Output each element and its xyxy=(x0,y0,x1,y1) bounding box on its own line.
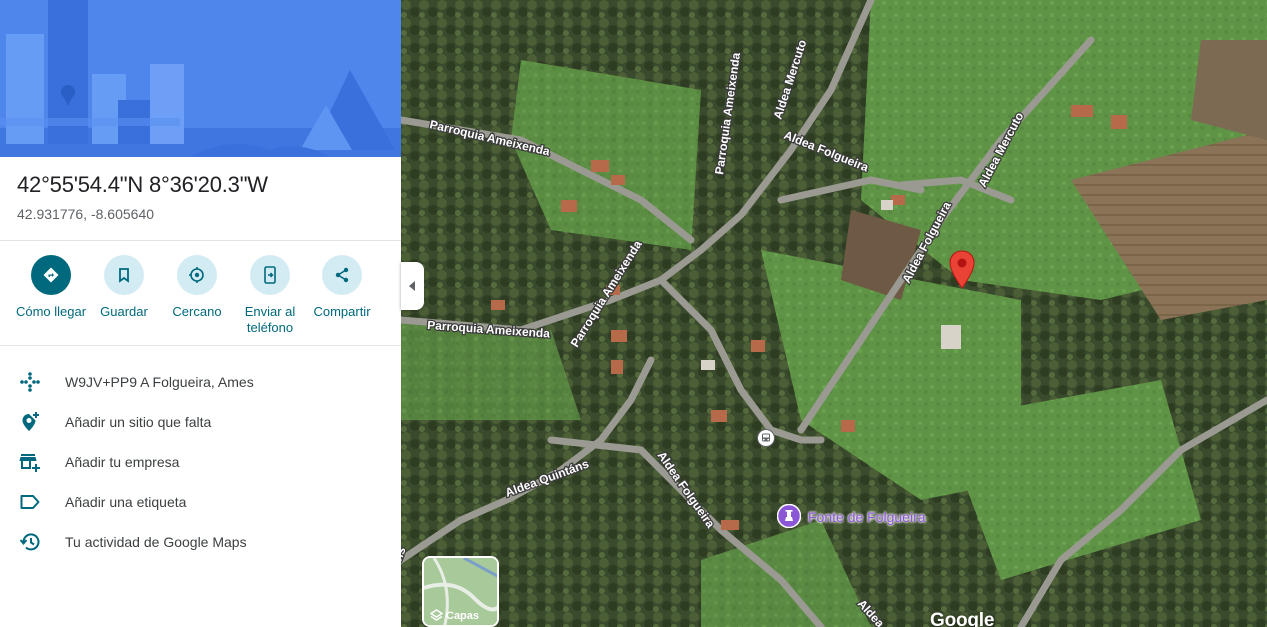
directions-button[interactable]: Cómo llegar xyxy=(11,255,91,320)
satellite-map[interactable]: Parroquia Ameixenda Parroquia Ameixenda … xyxy=(401,0,1267,627)
nearby-button[interactable]: Cercano xyxy=(157,255,237,320)
layers-button[interactable]: Capas xyxy=(422,556,499,627)
directions-icon xyxy=(43,267,59,283)
add-place-icon xyxy=(22,412,39,431)
share-icon xyxy=(335,267,349,283)
add-missing-place-text: Añadir un sitio que falta xyxy=(65,414,212,430)
road-label: Aldea Folgueira xyxy=(655,449,718,531)
save-button[interactable]: Guardar xyxy=(84,255,164,320)
maps-activity-text: Tu actividad de Google Maps xyxy=(65,534,247,550)
fountain-poi-label[interactable]: Fonte de Folgueira xyxy=(808,509,926,525)
fountain-poi-icon[interactable] xyxy=(777,504,801,528)
street-view-placeholder-illustration xyxy=(0,0,401,157)
divider xyxy=(0,345,401,346)
add-business-text: Añadir tu empresa xyxy=(65,454,180,470)
road-label: Aldea Mercuto xyxy=(771,38,810,121)
road-label: Aldea Mercuto xyxy=(975,110,1026,190)
layers-label-wrapper: Capas xyxy=(430,609,479,622)
road-label: Aldea Folgueira xyxy=(782,128,871,175)
road-label: Aldea Quintáns xyxy=(503,456,591,499)
layers-icon xyxy=(430,609,443,621)
road-label: Parroquia Ameixenda xyxy=(568,238,645,350)
nearby-icon xyxy=(189,267,204,283)
add-business-row[interactable]: Añadir tu empresa xyxy=(0,442,401,482)
add-business-icon xyxy=(19,454,40,472)
share-label: Compartir xyxy=(313,304,371,319)
add-missing-place-row[interactable]: Añadir un sitio que falta xyxy=(0,402,401,442)
send-to-phone-icon xyxy=(264,266,276,284)
save-label: Guardar xyxy=(100,304,148,319)
road-label: Aldea Folgueira xyxy=(899,199,954,285)
chevron-left-icon xyxy=(408,281,415,291)
road-label: Aldea xyxy=(855,597,887,627)
google-logo: Google xyxy=(930,610,995,627)
location-pin-icon[interactable] xyxy=(948,250,976,290)
send-to-phone-button[interactable]: Enviar al teléfono xyxy=(230,255,310,336)
collapse-panel-button[interactable] xyxy=(401,262,424,310)
maps-activity-row[interactable]: Tu actividad de Google Maps xyxy=(0,522,401,562)
bookmark-icon xyxy=(119,268,129,283)
road-label: Parroquia Ameixenda xyxy=(712,51,743,175)
decimal-coordinates: 42.931776, -8.605640 xyxy=(17,206,155,222)
road-labels: Parroquia Ameixenda Parroquia Ameixenda … xyxy=(401,37,1028,627)
road-label: Parroquia Ameixenda xyxy=(428,117,551,158)
plus-code-row[interactable]: W9JV+PP9 A Folgueira, Ames xyxy=(0,362,401,402)
bus-stop-icon[interactable] xyxy=(757,429,775,447)
road-label: Parroquia Ameixenda xyxy=(427,318,551,341)
place-title: 42°55'54.4"N 8°36'20.3"W xyxy=(17,172,268,197)
nearby-label: Cercano xyxy=(172,304,222,319)
divider xyxy=(0,240,401,241)
label-icon xyxy=(20,495,40,509)
layers-text: Capas xyxy=(446,609,480,622)
add-label-text: Añadir una etiqueta xyxy=(65,494,187,510)
road-label: ns xyxy=(401,545,409,563)
place-panel: 42°55'54.4"N 8°36'20.3"W 42.931776, -8.6… xyxy=(0,0,401,627)
share-button[interactable]: Compartir xyxy=(302,255,382,320)
plus-code-text: W9JV+PP9 A Folgueira, Ames xyxy=(65,374,254,390)
add-label-row[interactable]: Añadir una etiqueta xyxy=(0,482,401,522)
plus-code-icon xyxy=(20,372,40,392)
directions-label: Cómo llegar xyxy=(15,304,87,319)
history-icon xyxy=(19,533,40,551)
send-to-phone-label: Enviar al teléfono xyxy=(244,304,296,335)
